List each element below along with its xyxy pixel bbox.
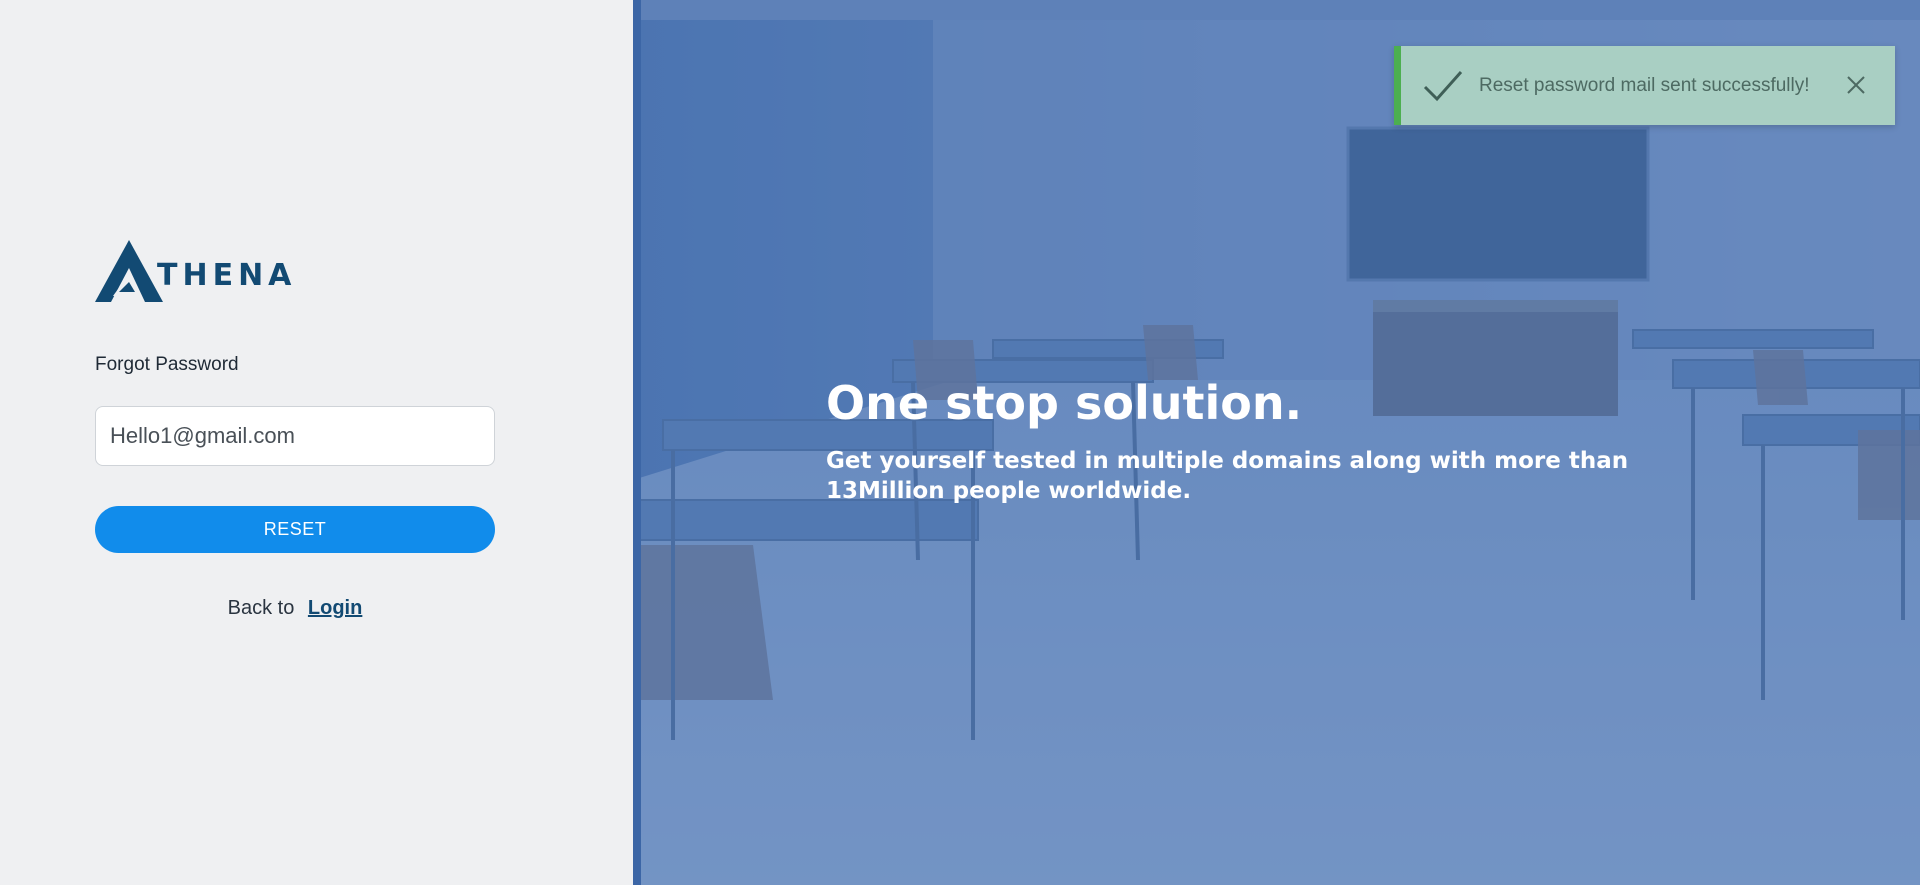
back-to-label: Back to <box>227 597 295 619</box>
checkmark-icon <box>1423 70 1463 101</box>
panel-divider <box>633 0 641 885</box>
hero-title: One stop solution. <box>826 376 1303 430</box>
toast-message: Reset password mail sent successfully! <box>1479 74 1810 96</box>
success-toast: Reset password mail sent successfully! <box>1394 46 1895 125</box>
login-side-panel: THENA Forgot Password RESET Back to Logi… <box>0 0 633 885</box>
page-title: Forgot Password <box>95 354 239 375</box>
brand-name: THENA <box>157 257 297 293</box>
hero-subtitle: Get yourself tested in multiple domains … <box>826 448 1629 504</box>
close-icon[interactable] <box>1845 74 1867 96</box>
email-field[interactable] <box>95 406 495 466</box>
hero-panel: One stop solution. Get yourself tested i… <box>633 0 1920 885</box>
login-link[interactable]: Login <box>308 597 362 619</box>
athena-a-logo-icon <box>95 240 163 302</box>
reset-button[interactable]: RESET <box>95 506 495 553</box>
blue-tint-overlay <box>633 0 1920 885</box>
athena-logo: THENA <box>95 238 305 304</box>
back-to-login-row: Back to Login <box>95 597 495 620</box>
